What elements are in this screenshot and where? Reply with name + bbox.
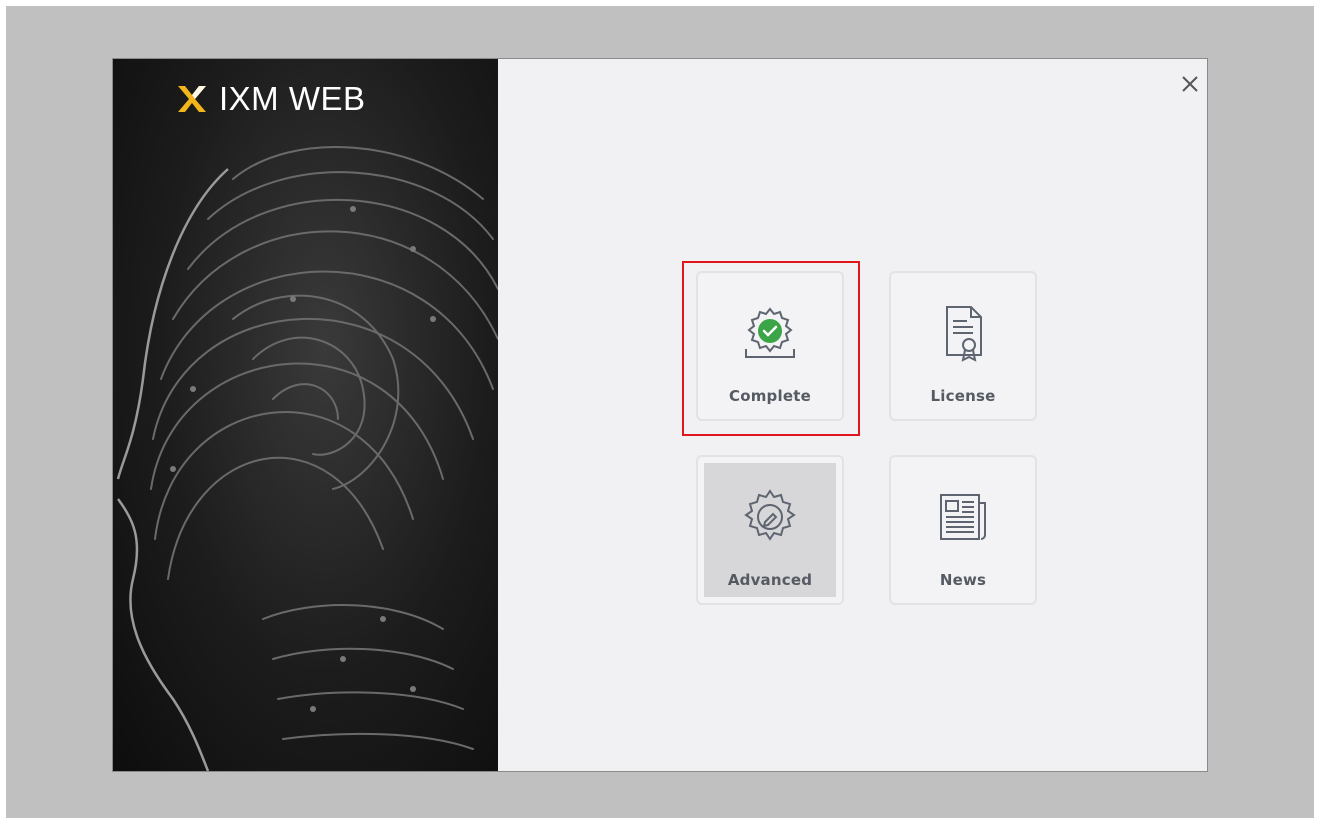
tile-license-label: License bbox=[930, 387, 996, 405]
certificate-icon bbox=[946, 306, 982, 362]
tile-advanced-label: Advanced bbox=[727, 571, 813, 589]
newspaper-icon bbox=[940, 494, 986, 540]
tile-news-label: News bbox=[939, 571, 987, 589]
tile-complete[interactable]: Complete bbox=[696, 271, 844, 421]
tile-advanced[interactable]: Advanced bbox=[696, 455, 844, 605]
fingerprint-face-art bbox=[116, 146, 498, 771]
gear-edit-icon bbox=[744, 489, 796, 541]
setup-dialog: IXM WEB Complete License Advanced News bbox=[112, 58, 1208, 772]
brand-header: IXM WEB bbox=[175, 79, 366, 119]
app-title: IXM WEB bbox=[219, 80, 366, 117]
tile-license[interactable]: License bbox=[889, 271, 1037, 421]
tile-news[interactable]: News bbox=[889, 455, 1037, 605]
gear-check-icon bbox=[745, 307, 795, 358]
close-button[interactable] bbox=[1177, 71, 1203, 97]
brand-panel: IXM WEB bbox=[113, 59, 498, 771]
ixm-logo-icon bbox=[178, 86, 206, 112]
close-icon bbox=[1182, 76, 1198, 92]
tile-complete-label: Complete bbox=[729, 387, 811, 405]
